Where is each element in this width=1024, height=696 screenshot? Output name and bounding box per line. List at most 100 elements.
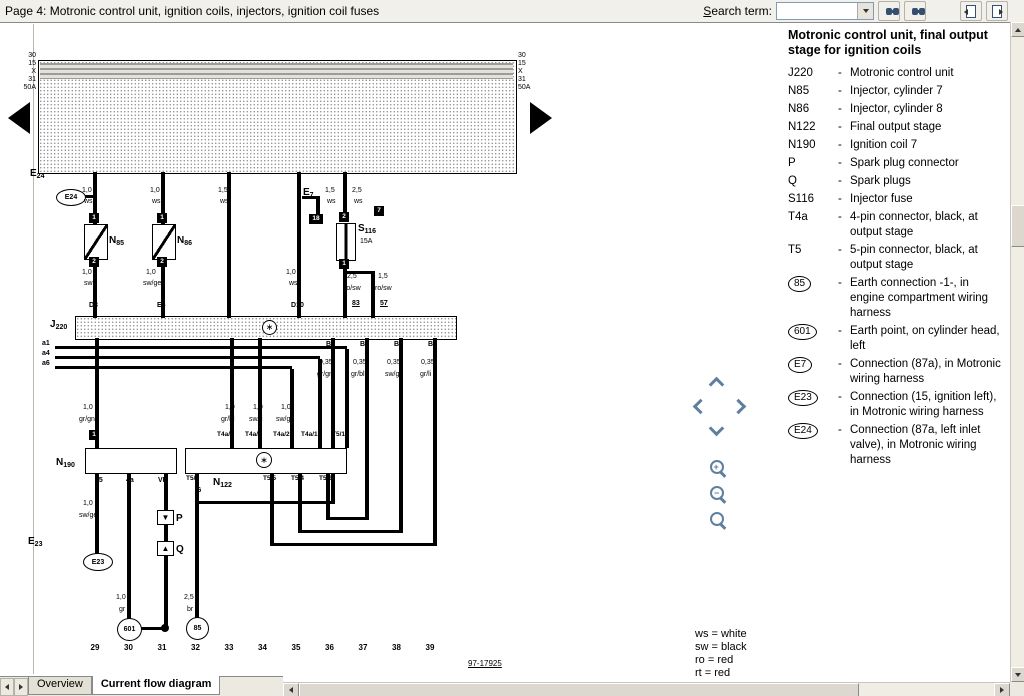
diagram-label: N190 (56, 458, 75, 468)
spark-plug-q-symbol: ▲ (157, 541, 174, 556)
diagram-label: E6 (157, 302, 166, 309)
diagram-label: S116 (358, 224, 376, 234)
legend-entry: 601 -Earth point, on cylinder head, left (788, 324, 1010, 354)
track-number: 31 (158, 644, 167, 652)
diagram-label: sw (84, 280, 93, 287)
legend-dash: - (838, 243, 850, 258)
horizontal-scroll-thumb[interactable] (299, 683, 859, 696)
legend-entry: E24-Connection (87a, left inlet valve), … (788, 423, 1010, 468)
wire-segment (164, 523, 168, 541)
circled-symbol: E24 (788, 423, 818, 439)
legend-title: Motronic control unit, final output stag… (788, 28, 1000, 58)
legend-dash: - (838, 156, 850, 171)
diagram-label: D10 (291, 302, 304, 309)
diagram-label: 4a (126, 477, 134, 484)
wire-color-entry: rt = red (695, 667, 747, 680)
diagram-label: a6 (42, 360, 50, 367)
circled-symbol: E23 (788, 390, 818, 406)
scroll-up-button[interactable] (1011, 22, 1024, 37)
diagram-label: 1,0 (82, 269, 92, 276)
legend-entry: E23-Connection (15, ignition left), in M… (788, 390, 1010, 420)
tab-scroll-right-button[interactable] (14, 678, 28, 696)
scroll-left-button[interactable] (283, 683, 299, 696)
track-number: 29 (91, 644, 100, 652)
legend-key: P (788, 156, 838, 171)
bus-terminal-label: 30 (518, 52, 526, 59)
wire-color-legend: ws = whitesw = blackro = redrt = red (695, 628, 747, 680)
wire-segment (164, 554, 168, 627)
diagram-label: E24 (30, 169, 44, 179)
diagram-label: N85 (109, 236, 124, 246)
bus-terminal-label: X (518, 68, 523, 75)
diagram-label: 57 (380, 300, 388, 307)
scroll-down-button[interactable] (1011, 667, 1024, 682)
wire-segment (345, 349, 349, 448)
diagram-label: sw/gn (385, 371, 403, 378)
zoom-select-icon[interactable] (710, 512, 724, 526)
tab-current-flow-diagram[interactable]: Current flow diagram (92, 676, 221, 695)
diagram-label: G (196, 487, 201, 494)
vertical-scrollbar[interactable] (1010, 22, 1024, 682)
wire-segment (316, 199, 320, 214)
previous-page-arrow[interactable] (8, 102, 30, 134)
legend-dash: - (838, 138, 850, 153)
scrollbar-corner (1010, 682, 1024, 696)
diagram-label: ro/sw (375, 285, 392, 292)
diagram-label: gr/bl (351, 371, 365, 378)
legend-dash: - (838, 210, 850, 225)
diagram-page-edge (33, 24, 34, 674)
legend-key: E23 (788, 390, 838, 406)
wire-segment (399, 338, 403, 533)
legend-entry: S116-Injector fuse (788, 192, 1010, 207)
track-number: 36 (325, 644, 334, 652)
tab-overview[interactable]: Overview (28, 677, 92, 695)
legend-key: N190 (788, 138, 838, 153)
legend-key: Q (788, 174, 838, 189)
diagram-label: E7 (303, 188, 314, 198)
circled-symbol: 85 (788, 276, 811, 292)
track-number: 32 (191, 644, 200, 652)
legend-desc: Spark plugs (850, 174, 1005, 189)
wire-segment (371, 271, 375, 318)
pin-marker: 1 (157, 213, 167, 223)
legend-entry: N85-Injector, cylinder 7 (788, 84, 1010, 99)
j220-internal-symbol: ∗ (262, 320, 277, 335)
wire-color-entry: sw = black (695, 641, 747, 654)
next-page-arrow[interactable] (530, 102, 552, 134)
legend-desc: Final output stage (850, 120, 1005, 135)
pin-marker: 18 (309, 214, 323, 224)
legend-key: N86 (788, 102, 838, 117)
diagram-label: T4a/2 (273, 432, 290, 439)
legend-desc: Earth point, on cylinder head, left (850, 324, 1005, 354)
legend-key: T5 (788, 243, 838, 258)
zoom-in-icon[interactable] (710, 460, 724, 474)
bus-terminal-label: 50A (518, 84, 530, 91)
diagram-label: T5/2 (319, 476, 332, 483)
zoom-out-icon[interactable] (710, 486, 724, 500)
diagram-label: B6 (394, 341, 403, 348)
power-rail-busbar (38, 60, 517, 174)
diagram-label: ws (327, 198, 336, 205)
bus-terminal-label: 15 (20, 60, 36, 67)
wire-segment (343, 172, 347, 213)
legend-desc: Injector, cylinder 8 (850, 102, 1005, 117)
circled-symbol: 601 (788, 324, 817, 340)
arrow-left-icon (5, 684, 9, 690)
diagram-label: 1,0 (146, 269, 156, 276)
legend-dash: - (838, 276, 850, 291)
legend-key: N122 (788, 120, 838, 135)
diagram-label: 1,0 (253, 404, 263, 411)
vertical-scroll-thumb[interactable] (1011, 205, 1024, 247)
tab-scroll-left-button[interactable] (0, 678, 14, 696)
tab-strip: Overview Current flow diagram (0, 676, 283, 696)
diagram-label: sw/li (249, 416, 263, 423)
scroll-right-button[interactable] (994, 683, 1010, 696)
diagram-label: 1,0 (82, 187, 92, 194)
wire-segment (197, 501, 335, 504)
diagram-label: T5/3 (186, 476, 199, 483)
legend-dash: - (838, 324, 850, 339)
diagram-label: T5/5 (263, 476, 276, 483)
diagram-label: 1,0 (281, 404, 291, 411)
diagram-label: 2,5 (347, 273, 357, 280)
horizontal-scrollbar[interactable] (283, 682, 1010, 696)
